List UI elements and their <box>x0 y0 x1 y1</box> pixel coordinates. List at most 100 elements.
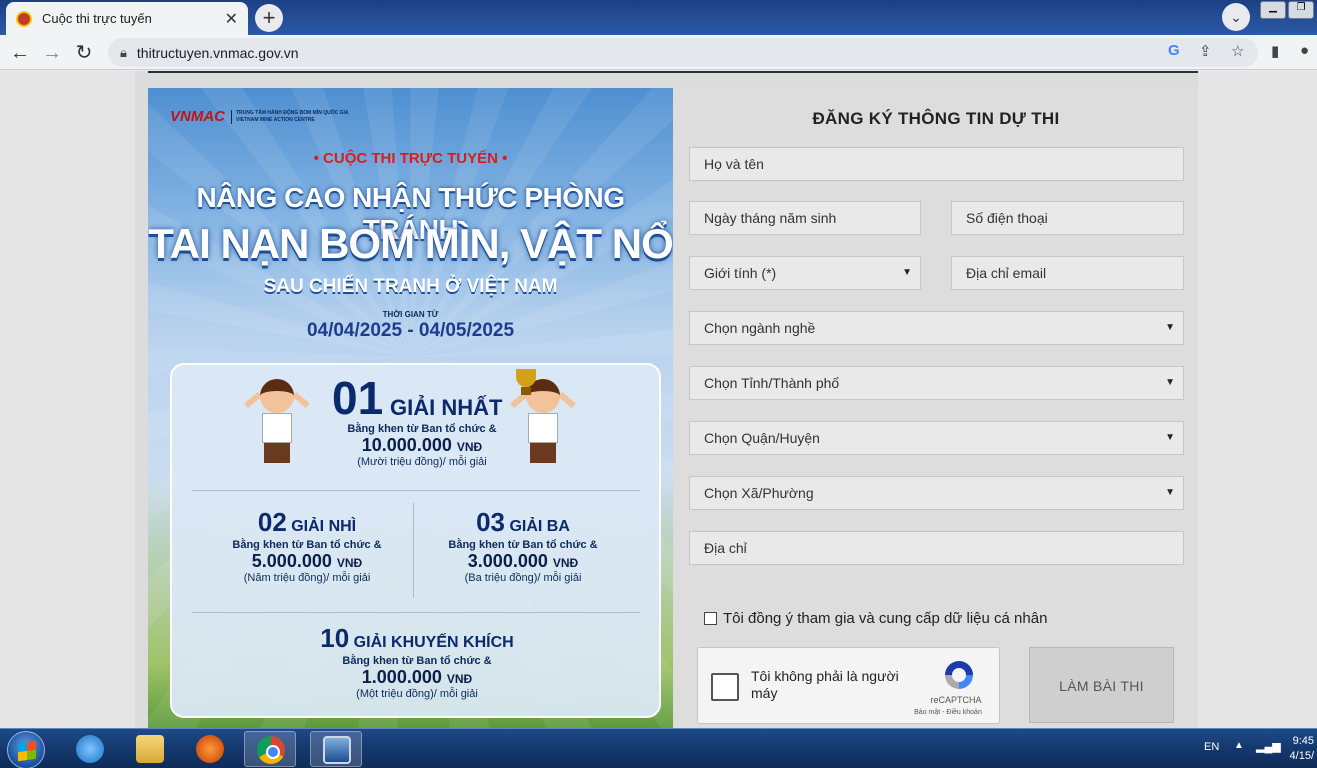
dob-input[interactable]: Ngày tháng năm sinh <box>689 201 921 235</box>
media-player-icon <box>196 735 224 763</box>
restore-icon[interactable]: ❐ <box>1288 1 1314 19</box>
dropdown-caret-icon: ▼ <box>1165 487 1175 498</box>
ward-select[interactable]: Chọn Xã/Phường ▼ <box>689 476 1184 510</box>
logo-line-en: VIETNAM MINE ACTION CENTRE <box>236 116 315 123</box>
second-prize-currency: VNĐ <box>336 556 363 570</box>
bookmark-star-icon[interactable]: ☆ <box>1231 42 1244 60</box>
encourage-prize-desc: Bằng khen từ Ban tổ chức & <box>342 655 492 667</box>
date-range: 04/04/2025 - 04/05/2025 <box>306 320 515 341</box>
logo-subtitle: TRUNG TÂM HÀNH ĐỘNG BOM MÌN QUỐC GIA VIE… <box>231 109 349 124</box>
gender-select[interactable]: Giới tính (*) ▼ <box>689 256 921 290</box>
encourage-prize-title: GIẢI KHUYẾN KHÍCH <box>353 634 514 651</box>
province-select-value: Chọn Tỉnh/Thành phố <box>704 375 840 391</box>
third-prize-heading: 03 GIẢI BA <box>428 507 618 538</box>
start-button[interactable] <box>7 731 45 768</box>
back-arrow-icon[interactable]: ← <box>6 39 34 67</box>
taskbar-media-player[interactable] <box>184 731 236 767</box>
contest-banner: VNMAC TRUNG TÂM HÀNH ĐỘNG BOM MÌN QUỐC G… <box>148 88 673 728</box>
encourage-prize-heading: 10 GIẢI KHUYẾN KHÍCH <box>232 623 602 654</box>
consent-label: Tôi đồng ý tham gia và cung cấp dữ liệu … <box>723 610 1048 627</box>
recaptcha-label: Tôi không phải là người máy <box>751 668 899 701</box>
vnmac-logo: VNMAC TRUNG TÂM HÀNH ĐỘNG BOM MÌN QUỐC G… <box>170 108 349 125</box>
third-prize-currency: VNĐ <box>552 556 579 570</box>
address-input[interactable]: Địa chỉ <box>689 531 1184 565</box>
headline-line-2: TAI NẠN BOM MÌN, VẬT NỔ <box>148 220 673 267</box>
first-prize-details: Bằng khen từ Ban tổ chức & 10.000.000 VN… <box>322 423 522 468</box>
recaptcha-logo-icon <box>945 661 973 689</box>
windows-logo-icon <box>18 740 36 762</box>
tray-clock[interactable]: 9:45 4/15/ <box>1284 734 1314 764</box>
reload-icon[interactable]: ↻ <box>70 39 98 67</box>
folder-icon <box>136 735 164 763</box>
tray-expand-icon[interactable]: ▲ <box>1234 740 1244 751</box>
input-language[interactable]: EN <box>1204 741 1219 753</box>
profile-avatar-icon[interactable]: ● <box>1300 42 1309 59</box>
start-exam-button[interactable]: LÀM BÀI THI <box>1029 647 1174 723</box>
phone-input[interactable]: Số điện thoại <box>951 201 1184 235</box>
clock-time: 9:45 <box>1292 735 1314 747</box>
dropdown-caret-icon: ▼ <box>902 267 912 278</box>
url-text: thitructuyen.vnmac.gov.vn <box>136 44 299 61</box>
prize-divider <box>192 612 640 613</box>
headline-line-3: SAU CHIẾN TRANH Ở VIỆT NAM <box>263 276 558 297</box>
occupation-select[interactable]: Chọn ngành nghề ▼ <box>689 311 1184 345</box>
full-name-input[interactable]: Họ và tên <box>689 147 1184 181</box>
recaptcha-privacy-terms-link[interactable]: Bảo mật - Điều khoản <box>898 709 998 716</box>
network-signal-icon[interactable]: ▂▄▆ <box>1256 740 1281 753</box>
consent-checkbox-row[interactable]: Tôi đồng ý tham gia và cung cấp dữ liệu … <box>704 610 1047 627</box>
first-prize-desc: Bằng khen từ Ban tổ chức & <box>347 423 497 435</box>
prize-card: 01 GIẢI NHẤT Bằng khen từ Ban tổ chức & … <box>170 363 661 718</box>
logo-text: VNMAC <box>170 108 225 125</box>
chrome-icon <box>257 736 285 764</box>
recaptcha-brand: reCAPTCHA <box>930 695 982 705</box>
gender-select-value: Giới tính (*) <box>704 265 777 281</box>
first-prize-count: 01 <box>332 372 384 424</box>
tab-close-icon[interactable]: ✕ <box>225 9 238 29</box>
taskbar-ie[interactable] <box>64 731 116 767</box>
third-prize-amount: 3.000.000 <box>467 551 548 571</box>
second-prize-heading: 02 GIẢI NHÌ <box>212 507 402 538</box>
second-prize-words: (Năm triệu đồng)/ mỗi giải <box>243 572 371 584</box>
new-tab-button[interactable]: + <box>255 4 283 32</box>
first-prize-currency: VNĐ <box>456 440 483 454</box>
tab-search-chevron-icon[interactable]: ⌄ <box>1222 3 1250 31</box>
consent-checkbox[interactable] <box>704 612 717 625</box>
taskbar-explorer[interactable] <box>124 731 176 767</box>
first-prize-amount: 10.000.000 <box>361 435 452 455</box>
logo-line-vn: TRUNG TÂM HÀNH ĐỘNG BOM MÌN QUỐC GIA <box>236 109 349 116</box>
browser-titlebar: Cuộc thi trực tuyến ✕ + ⌄ ▁ ❐ <box>0 0 1317 35</box>
browser-toolbar: ← → ↻ 🔒︎ thitructuyen.vnmac.gov.vn G ⇪ ☆… <box>0 35 1317 70</box>
district-select[interactable]: Chọn Quận/Huyện ▼ <box>689 421 1184 455</box>
side-panel-icon[interactable]: ▮ <box>1271 42 1279 60</box>
address-bar[interactable]: 🔒︎ thitructuyen.vnmac.gov.vn <box>108 38 1258 67</box>
taskbar-chrome[interactable] <box>244 731 296 767</box>
share-icon[interactable]: ⇪ <box>1199 42 1212 60</box>
encourage-prize-count: 10 <box>320 623 350 653</box>
third-prize-words: (Ba triệu đồng)/ mỗi giải <box>464 572 582 584</box>
lock-icon: 🔒︎ <box>120 44 127 60</box>
dropdown-caret-icon: ▼ <box>1165 432 1175 443</box>
second-prize-count: 02 <box>257 507 287 537</box>
google-lens-icon[interactable]: G <box>1168 42 1180 59</box>
tab-title: Cuộc thi trực tuyến <box>42 11 152 26</box>
dropdown-caret-icon: ▼ <box>1165 377 1175 388</box>
recaptcha-checkbox[interactable] <box>711 673 739 701</box>
forward-arrow-icon[interactable]: → <box>38 39 66 67</box>
browser-tab[interactable]: Cuộc thi trực tuyến ✕ <box>6 2 248 35</box>
taskbar-screen-app[interactable] <box>310 731 362 767</box>
minimize-icon[interactable]: ▁ <box>1260 1 1286 19</box>
email-input[interactable]: Địa chỉ email <box>951 256 1184 290</box>
province-select[interactable]: Chọn Tỉnh/Thành phố ▼ <box>689 366 1184 400</box>
header-divider <box>148 71 1198 73</box>
screen-app-icon <box>323 736 351 764</box>
prize-divider <box>192 490 640 491</box>
district-select-value: Chọn Quận/Huyện <box>704 430 820 446</box>
prize-divider-vertical <box>413 503 414 598</box>
second-prize-title: GIẢI NHÌ <box>291 518 357 535</box>
first-prize-words: (Mười triệu đồng)/ mỗi giải <box>357 456 487 468</box>
dropdown-caret-icon: ▼ <box>1165 322 1175 333</box>
encourage-prize-amount: 1.000.000 <box>361 667 442 687</box>
encourage-prize-currency: VNĐ <box>446 672 473 686</box>
trophy-icon <box>512 369 540 399</box>
encourage-prize-details: Bằng khen từ Ban tổ chức & 1.000.000 VNĐ… <box>292 655 542 700</box>
